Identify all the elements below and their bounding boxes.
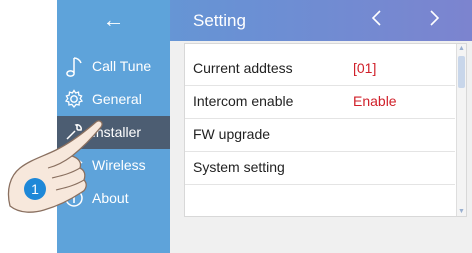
scrollbar[interactable]: ▲ ▼ xyxy=(456,44,466,216)
pointing-hand-icon xyxy=(0,110,110,220)
setting-label: Intercom enable xyxy=(193,93,294,109)
scroll-down-icon[interactable]: ▼ xyxy=(458,208,465,215)
scrollbar-thumb[interactable] xyxy=(458,56,465,88)
music-note-icon xyxy=(64,56,84,77)
previous-page-button[interactable] xyxy=(357,0,397,41)
next-page-button[interactable] xyxy=(414,0,454,41)
scroll-up-icon[interactable]: ▲ xyxy=(458,45,465,52)
setting-label: Current addtess xyxy=(193,60,293,76)
setting-value: [01] xyxy=(353,60,377,76)
back-button[interactable]: ← xyxy=(57,0,170,41)
setting-value: Enable xyxy=(353,93,397,109)
setting-label: System setting xyxy=(193,159,285,175)
left-arrow-icon: ← xyxy=(102,7,125,32)
setting-label: FW upgrade xyxy=(193,126,271,142)
chevron-left-icon xyxy=(370,7,384,32)
settings-list: Current addtess [01] Intercom enable Ena… xyxy=(184,43,467,217)
setting-row-fw-upgrade[interactable]: FW upgrade xyxy=(185,118,455,152)
chevron-right-icon xyxy=(427,7,441,32)
setting-row-system-setting[interactable]: System setting xyxy=(185,151,455,185)
step-number-badge: 1 xyxy=(24,178,46,200)
setting-row-current-address[interactable]: Current addtess [01] xyxy=(185,52,455,86)
top-bar: ← Setting xyxy=(57,0,472,41)
setting-row-intercom-enable[interactable]: Intercom enable Enable xyxy=(185,85,455,119)
gear-icon xyxy=(64,89,84,109)
sidebar-item-call-tune[interactable]: Call Tune xyxy=(57,50,170,83)
settings-screen: ← Setting Call Tune General Installer Wi… xyxy=(57,0,472,253)
sidebar-item-label: Call Tune xyxy=(92,58,152,74)
page-title: Setting xyxy=(193,11,246,30)
